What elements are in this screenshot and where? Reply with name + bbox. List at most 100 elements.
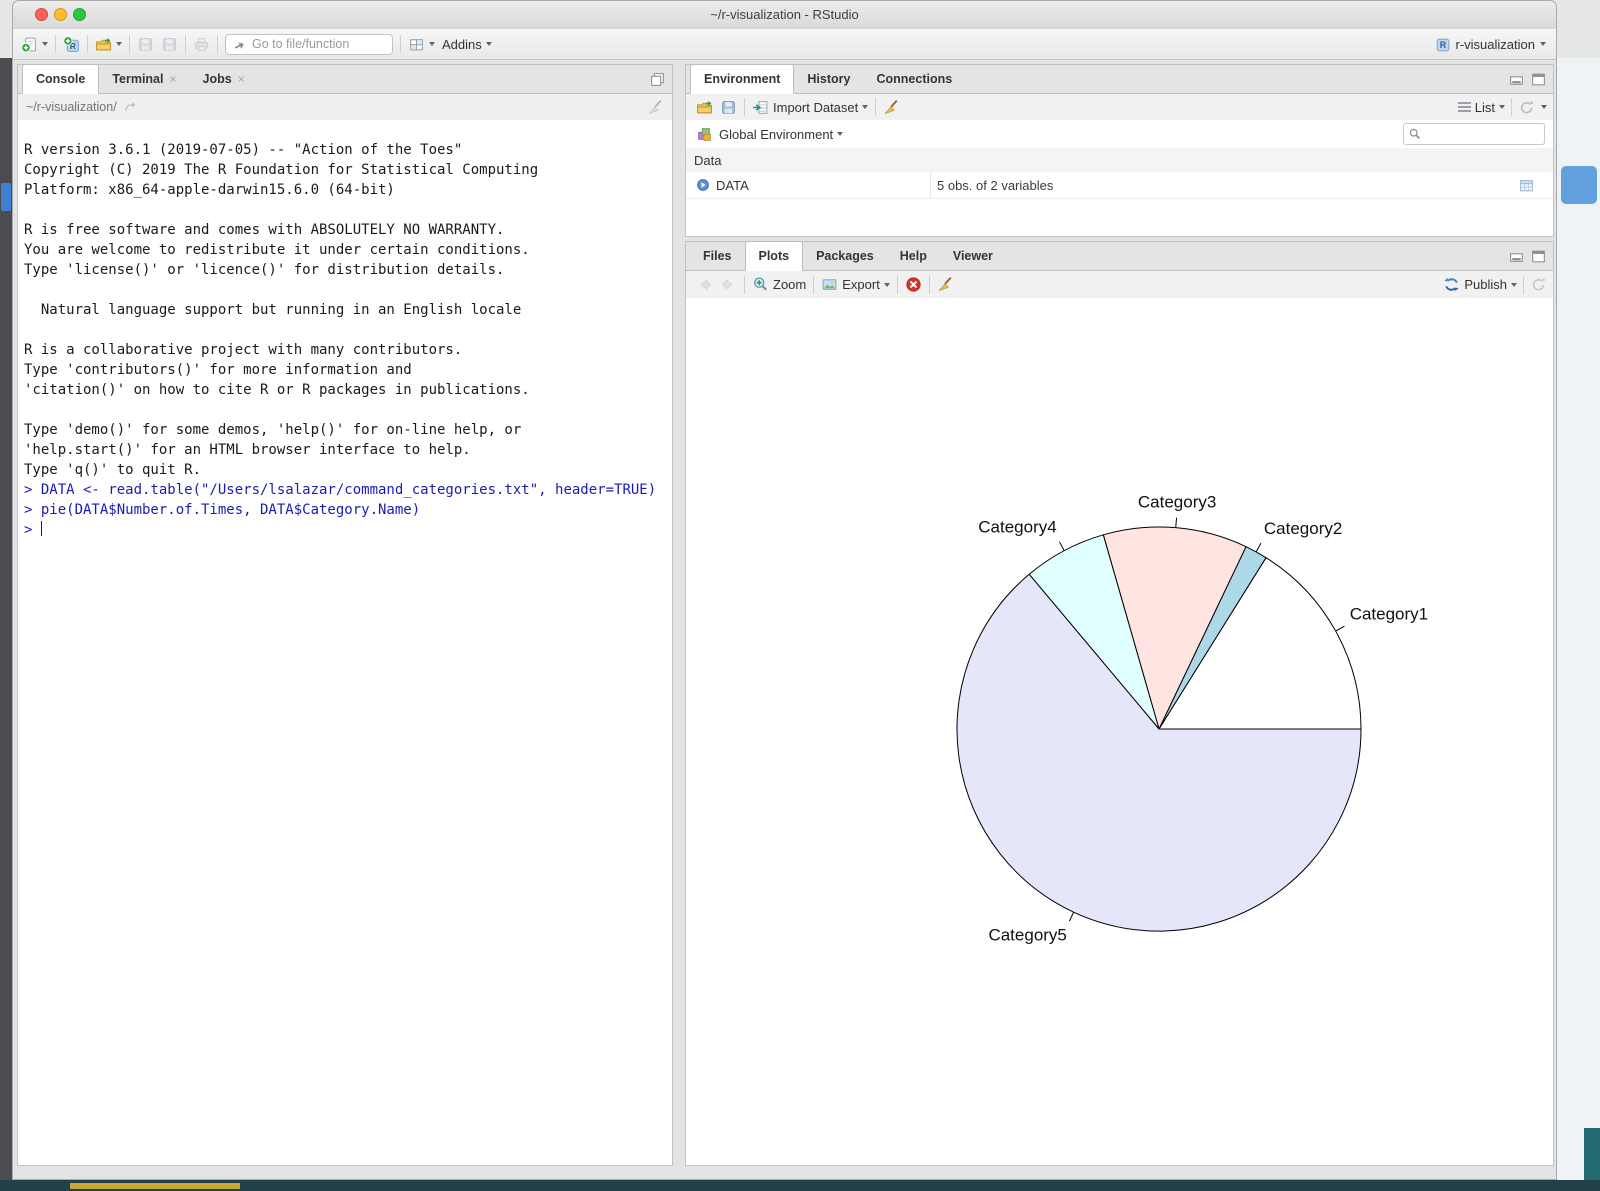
environment-search-input[interactable] (1426, 125, 1542, 143)
plot-canvas: Category1Category2Category3Category4Cate… (686, 298, 1553, 1165)
console-cursor (41, 521, 43, 536)
background-window-left (0, 58, 12, 1180)
minimize-pane-icon[interactable] (1508, 248, 1525, 265)
clear-all-plots-broom-icon[interactable] (937, 276, 954, 293)
zoom-window-button[interactable] (73, 8, 86, 21)
tab-viewer[interactable]: Viewer (940, 242, 1006, 270)
console-path-row: ~/r-visualization/ (18, 94, 672, 121)
tab-jobs-close-icon[interactable]: × (238, 72, 245, 86)
background-window-right (1557, 58, 1600, 1180)
clear-environment-broom-icon[interactable] (883, 99, 900, 116)
export-image-icon (821, 276, 838, 293)
goto-arrow-icon (232, 37, 246, 51)
project-name-label: r-visualization (1456, 37, 1535, 52)
object-value: 5 obs. of 2 variables (930, 172, 1518, 198)
pie-label-tick (1059, 542, 1064, 551)
export-plot-button[interactable]: Export (821, 276, 890, 293)
tab-history-label: History (807, 72, 850, 86)
plots-pane: Files Plots Packages Help Viewer Zoo (685, 241, 1554, 1166)
pie-label-tick (1069, 912, 1073, 921)
publish-plot-button[interactable]: Publish (1443, 276, 1517, 293)
clear-console-broom-icon[interactable] (647, 99, 664, 116)
tab-connections[interactable]: Connections (863, 65, 965, 93)
new-file-caret-icon[interactable] (42, 42, 48, 46)
share-directory-icon[interactable] (123, 100, 137, 114)
environment-object-row[interactable]: DATA 5 obs. of 2 variables (686, 172, 1553, 199)
pie-label-category3: Category3 (1138, 493, 1216, 512)
console-tabstrip: Console Terminal × Jobs× (18, 65, 672, 94)
goto-file-function-box[interactable] (225, 34, 393, 55)
tab-environment-label: Environment (704, 72, 780, 86)
open-file-button[interactable] (95, 36, 122, 53)
tab-console-label: Console (36, 72, 85, 86)
zoom-label: Zoom (773, 277, 806, 292)
maximize-pane-icon[interactable] (1530, 248, 1547, 265)
refresh-caret-icon[interactable] (1541, 105, 1547, 109)
environment-toolbar: Import Dataset List (686, 94, 1553, 121)
publish-caret-icon (1511, 283, 1517, 287)
project-r-cube-icon (1434, 36, 1451, 53)
tab-terminal-close-icon[interactable]: × (169, 72, 176, 86)
pie-label-tick (1176, 518, 1177, 528)
main-toolbar: Addins r-visualization (13, 29, 1556, 60)
object-expander-icon[interactable] (696, 178, 710, 192)
console-body[interactable]: R version 3.6.1 (2019-07-05) -- "Action … (18, 120, 672, 1165)
refresh-environment-icon[interactable] (1518, 99, 1535, 116)
new-file-button[interactable] (21, 36, 48, 53)
maximize-pane-icon[interactable] (1530, 71, 1547, 88)
search-icon (1408, 127, 1422, 141)
new-project-button[interactable] (63, 36, 80, 53)
console-pane: Console Terminal × Jobs× ~/r-visualizatio… (17, 64, 673, 1166)
pane-layout-button[interactable] (408, 36, 435, 53)
save-workspace-floppy-icon[interactable] (720, 99, 737, 116)
close-window-button[interactable] (35, 8, 48, 21)
next-plot-icon (720, 276, 737, 293)
zoom-plot-button[interactable]: Zoom (752, 276, 806, 293)
pie-chart: Category1Category2Category3Category4Cate… (686, 298, 1553, 1165)
tab-console[interactable]: Console (22, 64, 99, 94)
rstudio-window: ~/r-visualization - RStudio (12, 0, 1557, 1180)
console-input-history: > DATA <- read.table("/Users/lsalazar/co… (24, 480, 672, 540)
open-recent-caret-icon[interactable] (116, 42, 122, 46)
tab-jobs[interactable]: Jobs× (190, 65, 258, 93)
tab-files[interactable]: Files (690, 242, 745, 270)
addins-button[interactable]: Addins (442, 37, 492, 52)
object-name[interactable]: DATA (716, 178, 930, 193)
environment-section-label: Data (694, 153, 721, 168)
tab-terminal[interactable]: Terminal × (99, 65, 189, 93)
environment-section-header: Data (686, 148, 1553, 173)
project-menu-button[interactable]: r-visualization (1434, 29, 1546, 59)
tab-viewer-label: Viewer (953, 249, 993, 263)
pie-label-category1: Category1 (1350, 604, 1428, 623)
previous-plot-icon (696, 276, 713, 293)
remove-plot-icon[interactable] (905, 276, 922, 293)
goto-file-function-input[interactable] (250, 36, 374, 52)
maximize-console-pane-icon[interactable] (649, 71, 666, 88)
tab-environment[interactable]: Environment (690, 64, 794, 94)
environment-scope-row: Global Environment (686, 120, 1553, 149)
minimize-window-button[interactable] (54, 8, 67, 21)
import-dataset-button[interactable]: Import Dataset (752, 99, 868, 116)
tab-plots[interactable]: Plots (745, 241, 804, 271)
addins-caret-icon (486, 42, 492, 46)
environment-scope-selector[interactable]: Global Environment (719, 127, 843, 142)
load-workspace-folder-icon[interactable] (696, 99, 713, 116)
list-view-button[interactable]: List (1458, 100, 1505, 115)
zoom-magnifier-icon (752, 276, 769, 293)
tab-history[interactable]: History (794, 65, 863, 93)
view-table-icon[interactable] (1518, 177, 1535, 194)
publish-icon (1443, 276, 1460, 293)
pane-layout-caret-icon[interactable] (429, 42, 435, 46)
console-prompt-line[interactable]: > (24, 520, 672, 540)
tab-terminal-label: Terminal (112, 72, 163, 86)
save-button (137, 36, 154, 53)
minimize-pane-icon[interactable] (1508, 71, 1525, 88)
export-label: Export (842, 277, 880, 292)
pie-label-category5: Category5 (988, 926, 1066, 945)
pie-label-category4: Category4 (978, 518, 1056, 537)
console-command: > pie(DATA$Number.of.Times, DATA$Categor… (24, 500, 672, 520)
tab-packages[interactable]: Packages (803, 242, 887, 270)
import-dataset-label: Import Dataset (773, 100, 858, 115)
tab-help[interactable]: Help (887, 242, 940, 270)
environment-search-box[interactable] (1403, 123, 1545, 145)
